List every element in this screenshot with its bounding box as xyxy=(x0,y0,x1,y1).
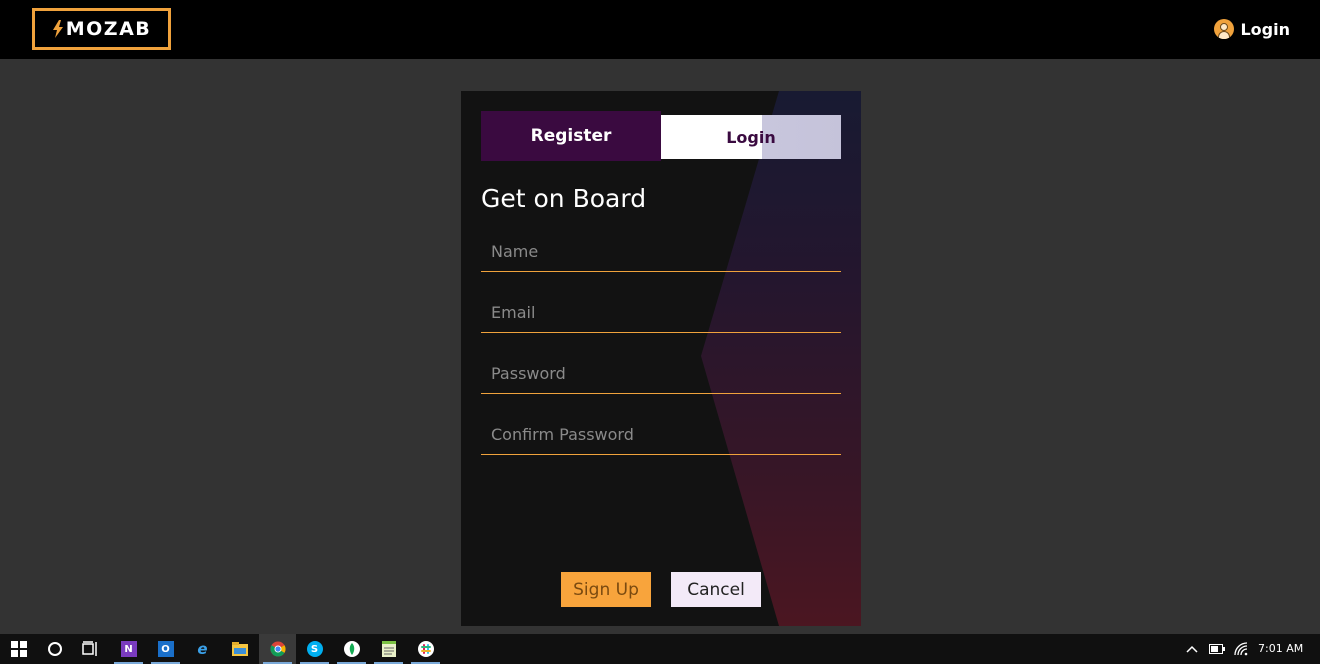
battery-glyph-icon xyxy=(1209,644,1225,654)
onenote-glyph-icon: N xyxy=(120,641,137,657)
confirm-password-input[interactable] xyxy=(481,415,841,455)
user-avatar-icon xyxy=(1214,19,1235,39)
chevron-up-icon xyxy=(1186,645,1198,653)
outlook-icon[interactable]: O xyxy=(147,634,184,664)
windows-start-icon[interactable] xyxy=(0,634,37,664)
tab-register[interactable]: Register xyxy=(481,111,661,161)
notepad-glyph-icon xyxy=(381,641,396,657)
taskbar-clock[interactable]: 7:01 AM xyxy=(1258,642,1303,655)
slack-glyph-icon xyxy=(417,641,434,657)
task-view-glyph-icon xyxy=(81,641,97,656)
nav-login-label: Login xyxy=(1240,19,1290,39)
slack-icon[interactable] xyxy=(407,634,444,664)
lightning-bolt-icon xyxy=(52,20,63,38)
windows-taskbar: N O e S 7:01 AM xyxy=(0,634,1320,664)
register-card: Register Login Get on Board Sign Up Canc… xyxy=(461,91,861,626)
form-title: Get on Board xyxy=(481,184,647,213)
brand-logo[interactable]: MOZAB xyxy=(32,8,171,50)
name-input[interactable] xyxy=(481,232,841,272)
tab-login[interactable]: Login xyxy=(661,115,841,159)
cortana-search-icon[interactable] xyxy=(36,634,73,664)
notepad-icon[interactable] xyxy=(370,634,407,664)
ie-glyph-icon: e xyxy=(197,640,208,658)
outlook-glyph-icon: O xyxy=(157,641,174,657)
wifi-icon[interactable] xyxy=(1231,634,1253,664)
email-input[interactable] xyxy=(481,293,841,333)
chrome-glyph-icon xyxy=(269,641,286,657)
battery-icon[interactable] xyxy=(1206,634,1228,664)
show-hidden-icons-icon[interactable] xyxy=(1182,634,1202,664)
internet-explorer-icon[interactable]: e xyxy=(184,634,221,664)
onenote-icon[interactable]: N xyxy=(110,634,147,664)
skype-icon[interactable]: S xyxy=(296,634,333,664)
task-view-icon[interactable] xyxy=(72,634,109,664)
folder-icon xyxy=(231,642,248,656)
leaf-icon xyxy=(343,641,360,657)
brand-name: MOZAB xyxy=(65,18,152,40)
auth-tabs: Register Login xyxy=(481,111,841,161)
top-navbar: MOZAB Login xyxy=(0,0,1320,59)
nav-login-link[interactable]: Login xyxy=(1214,18,1290,40)
wifi-glyph-icon xyxy=(1234,642,1248,656)
chrome-icon[interactable] xyxy=(259,634,296,664)
signup-button[interactable]: Sign Up xyxy=(561,572,651,607)
password-input[interactable] xyxy=(481,354,841,394)
mongodb-compass-icon[interactable] xyxy=(333,634,370,664)
file-explorer-icon[interactable] xyxy=(221,634,258,664)
cancel-button[interactable]: Cancel xyxy=(671,572,761,607)
circle-icon xyxy=(47,642,62,656)
skype-glyph-icon: S xyxy=(306,641,323,657)
windows-logo-icon xyxy=(10,641,27,657)
